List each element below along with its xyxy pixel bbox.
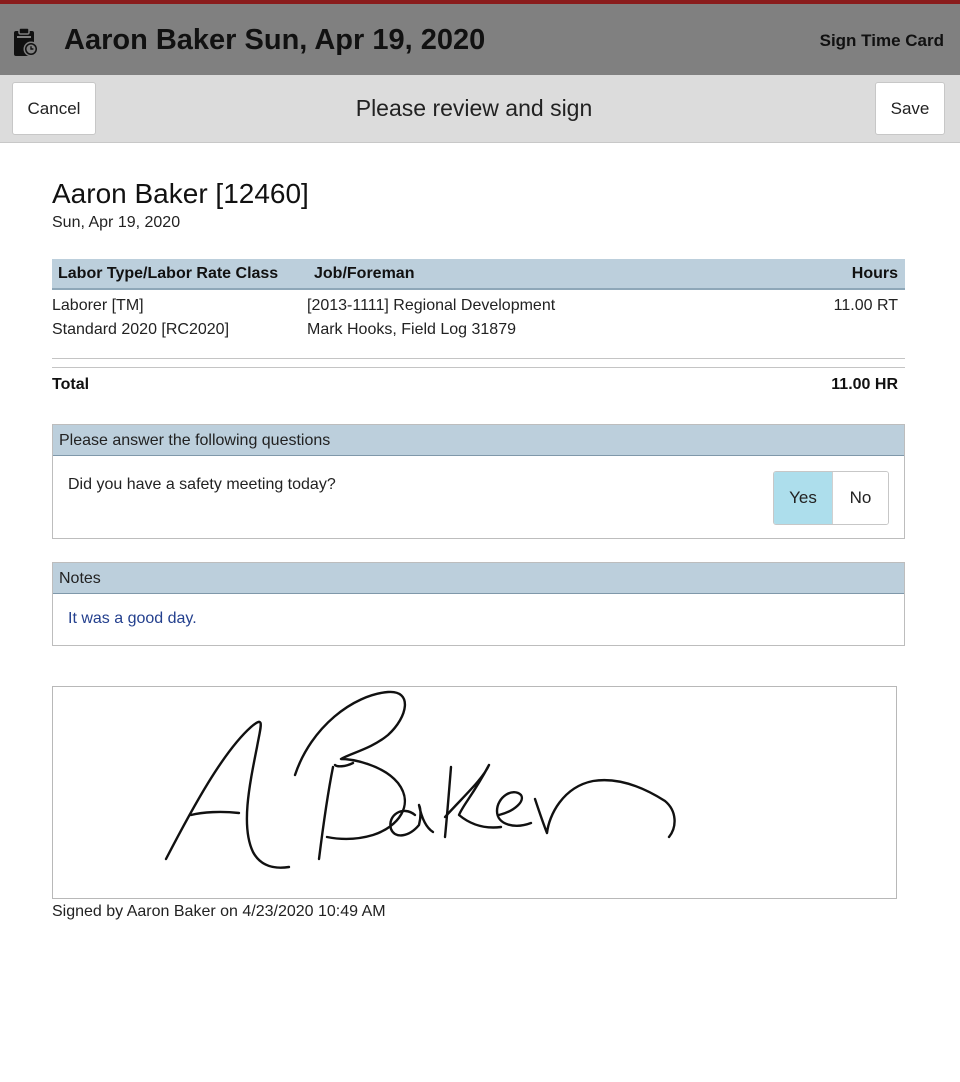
signature-drawing (164, 690, 676, 869)
divider (52, 358, 905, 359)
foreman: Mark Hooks, Field Log 31879 (307, 321, 516, 338)
yes-no-toggle: Yes No (773, 471, 889, 525)
hours: 11.00 RT (833, 297, 898, 314)
table-header: Labor Type/Labor Rate Class Job/Foreman … (52, 259, 905, 290)
no-button[interactable]: No (831, 472, 888, 524)
app-header: Aaron Baker Sun, Apr 19, 2020 Sign Time … (0, 0, 960, 75)
signature-caption: Signed by Aaron Baker on 4/23/2020 10:49… (52, 903, 386, 920)
labor-type: Laborer [TM] (52, 297, 144, 314)
job: [2013-1111] Regional Development (307, 297, 556, 314)
save-button[interactable]: Save (875, 82, 945, 135)
review-heading: Please review and sign (355, 95, 593, 121)
note-text: It was a good day. (68, 610, 197, 627)
yes-button[interactable]: Yes (774, 472, 832, 524)
action-bar: Cancel Please review and sign Save (0, 75, 960, 143)
page-title: Aaron Baker Sun, Apr 19, 2020 (64, 24, 486, 56)
divider (52, 367, 905, 368)
questions-panel: Please answer the following questions Di… (52, 424, 905, 539)
employee-name: Aaron Baker [12460] (52, 178, 309, 209)
total-label: Total (52, 376, 90, 393)
column-header-hours: Hours (851, 265, 898, 282)
sign-time-card-button[interactable]: Sign Time Card (820, 31, 944, 51)
employee-date: Sun, Apr 19, 2020 (52, 214, 181, 231)
column-header-job-foreman: Job/Foreman (314, 265, 415, 282)
table-row: Laborer [TM] Standard 2020 [RC2020] [201… (52, 295, 905, 351)
notes-panel: Notes It was a good day. (52, 562, 905, 646)
total-value: 11.00 HR (831, 376, 898, 393)
notes-heading: Notes (53, 563, 904, 594)
signature-pad[interactable] (52, 686, 897, 899)
rate-class: Standard 2020 [RC2020] (52, 321, 230, 338)
questions-heading: Please answer the following questions (53, 425, 904, 456)
clipboard-clock-icon (14, 27, 39, 57)
column-header-labor-type: Labor Type/Labor Rate Class (58, 265, 279, 282)
safety-meeting-question: Did you have a safety meeting today? (68, 476, 336, 493)
